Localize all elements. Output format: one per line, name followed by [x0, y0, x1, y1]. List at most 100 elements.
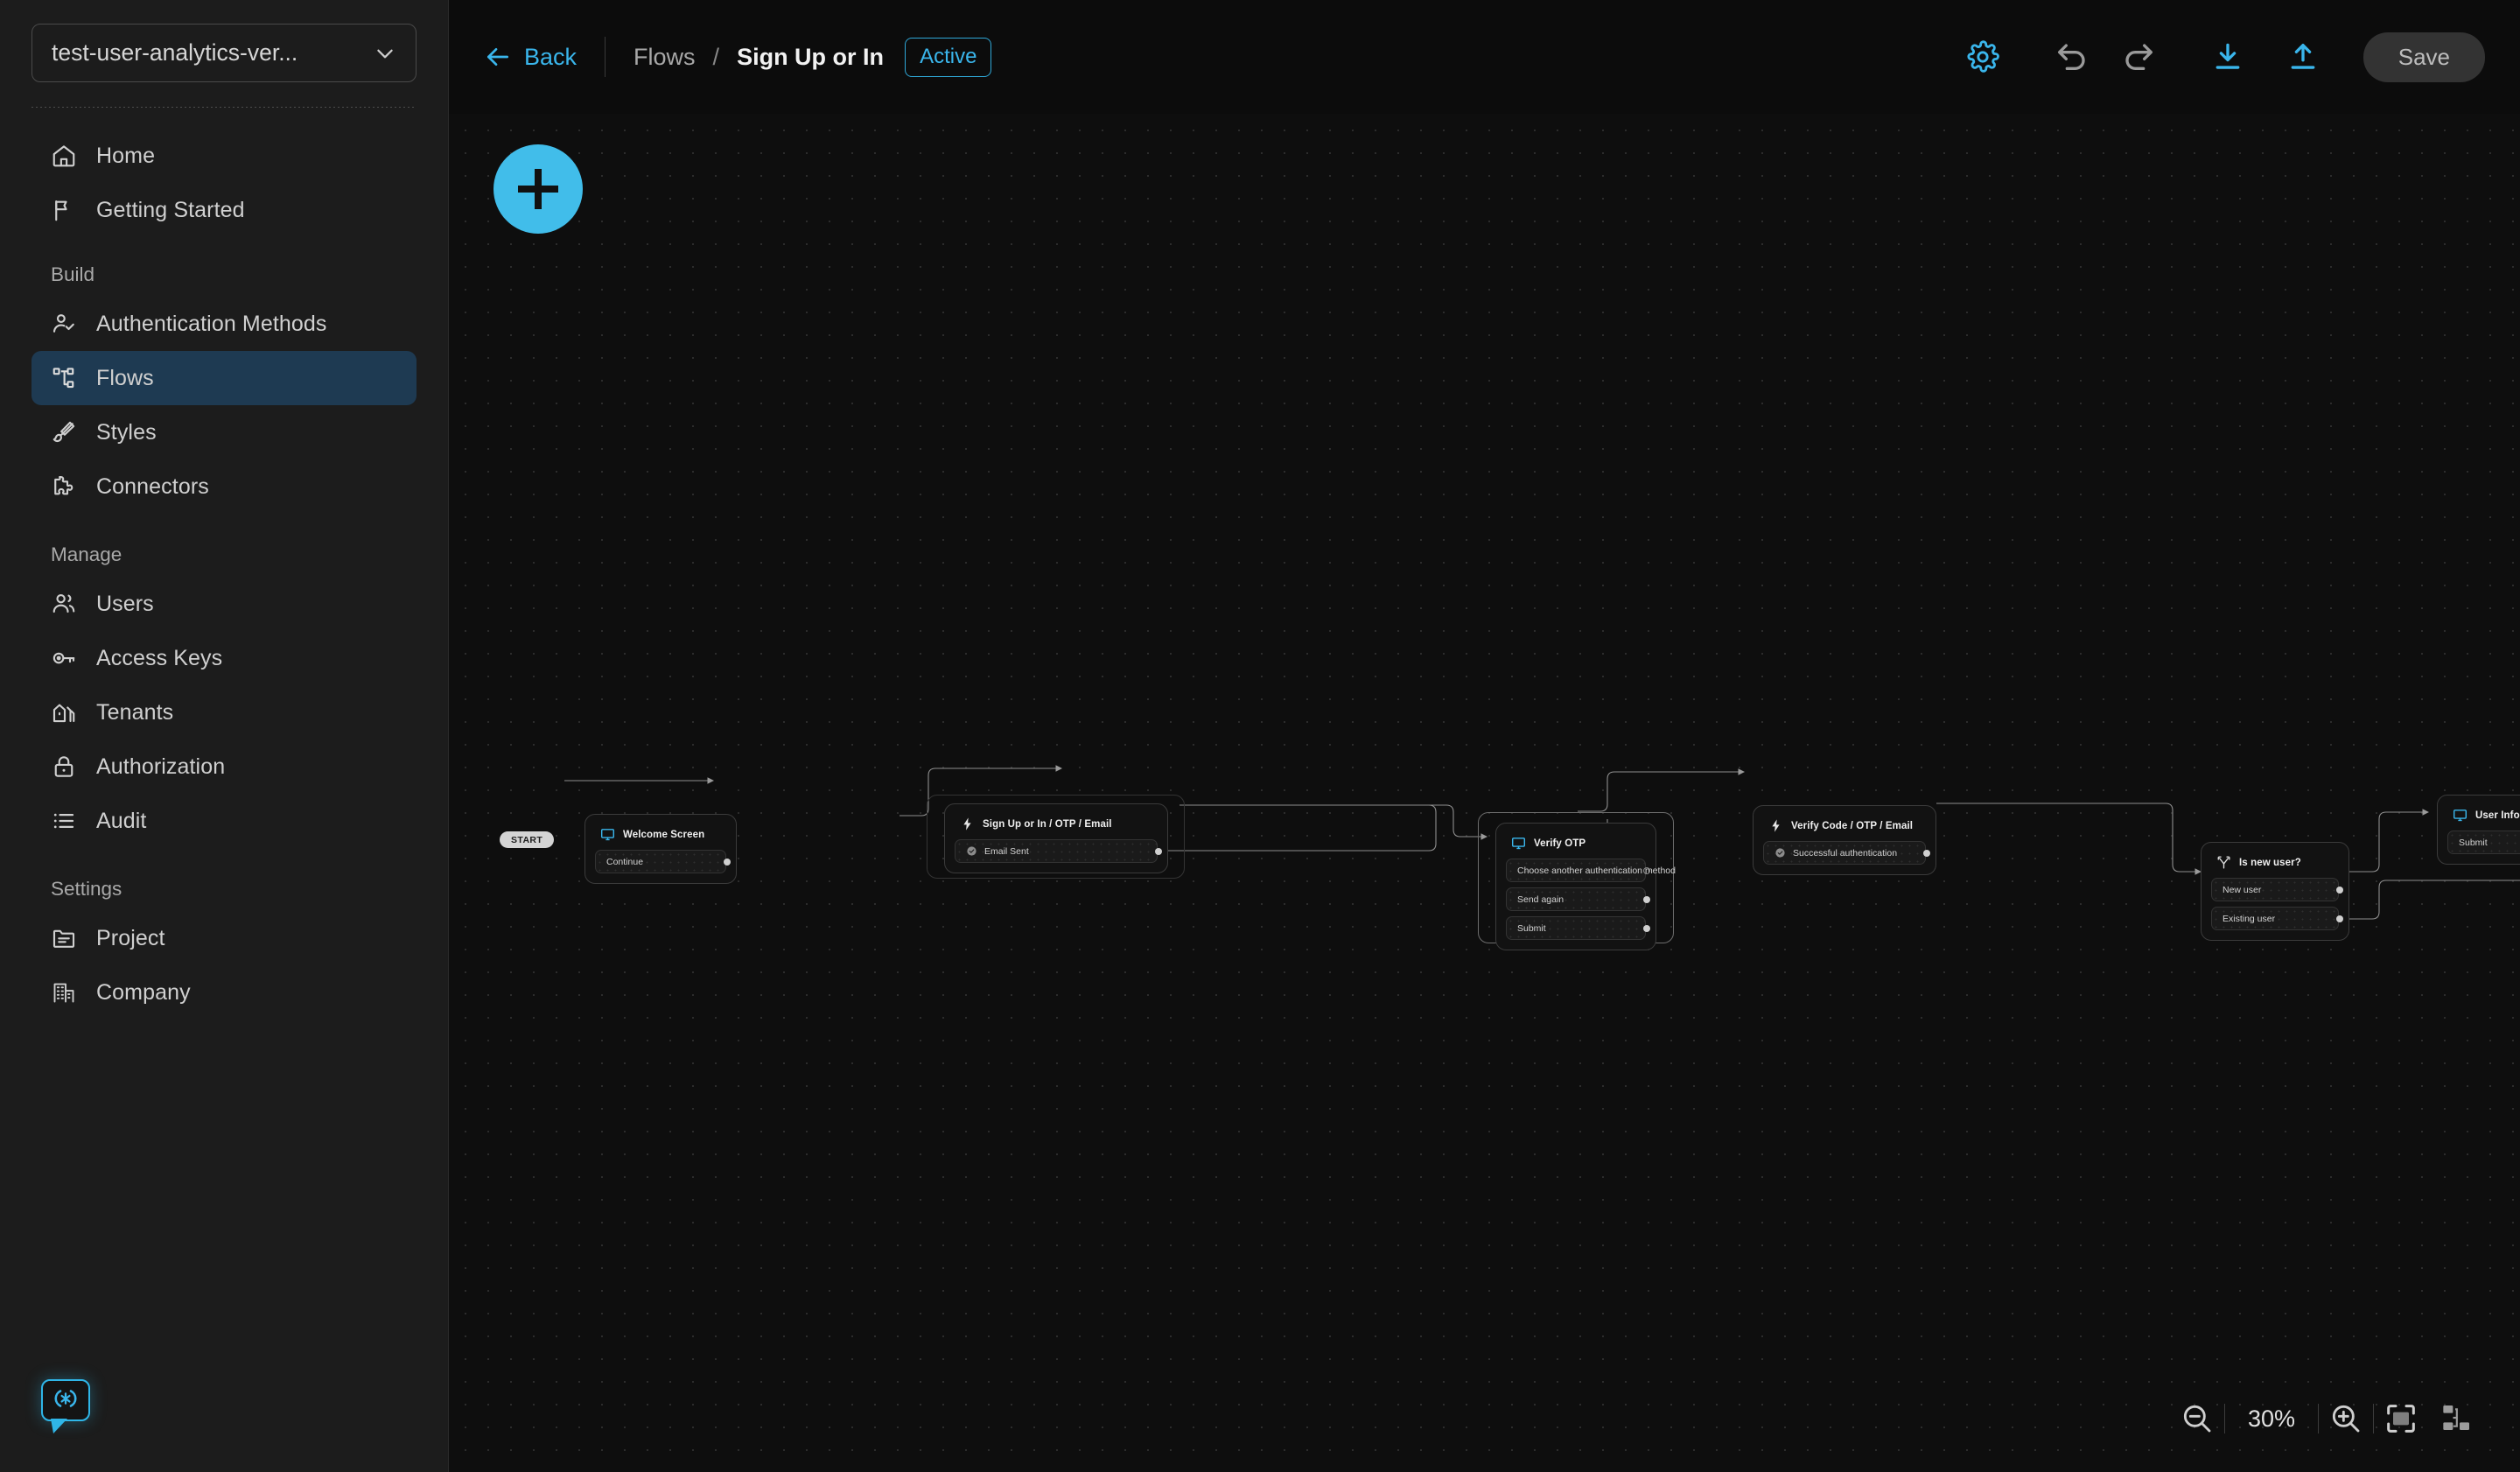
users-icon: [51, 591, 77, 617]
node-welcome-screen[interactable]: Welcome Screen Continue: [584, 814, 737, 884]
output-port[interactable]: [1642, 895, 1650, 903]
output-port[interactable]: [2335, 915, 2343, 922]
flow-edges: [564, 765, 2520, 920]
save-button[interactable]: Save: [2362, 32, 2485, 82]
output-port[interactable]: [1154, 847, 1162, 855]
node-user-information[interactable]: User Information Submit: [2437, 795, 2520, 865]
branch-icon: [2216, 855, 2231, 870]
sidebar-item-label: Connectors: [96, 473, 209, 499]
sidebar-item-styles[interactable]: Styles: [32, 405, 416, 459]
company-building-icon: [51, 979, 77, 1006]
sidebar-item-label: Home: [96, 143, 156, 168]
node-row[interactable]: New user: [2211, 878, 2343, 901]
sidebar-item-home[interactable]: Home: [32, 129, 416, 183]
node-header: User Information: [2447, 804, 2520, 831]
descope-chat-icon[interactable]: [41, 1379, 90, 1433]
back-button[interactable]: Back: [484, 43, 577, 71]
sidebar-item-users[interactable]: Users: [32, 577, 416, 631]
topbar-divider: [605, 37, 606, 77]
sidebar-item-label: Flows: [96, 365, 154, 390]
zoom-toolbar: 30%: [2170, 1391, 2483, 1446]
lock-icon: [51, 754, 77, 780]
sidebar-item-audit[interactable]: Audit: [32, 794, 416, 848]
sidebar-item-label: Authentication Methods: [96, 311, 327, 336]
sidebar-item-label: Users: [96, 591, 154, 616]
breadcrumb: Flows / Sign Up or In: [634, 44, 884, 71]
breadcrumb-flows[interactable]: Flows: [634, 44, 696, 71]
zoom-level-label[interactable]: 30%: [2225, 1405, 2318, 1433]
zoom-in-icon[interactable]: [2319, 1391, 2373, 1446]
status-badge[interactable]: Active: [905, 37, 992, 77]
node-verify-code-otp-email[interactable]: Verify Code / OTP / Email Successful aut…: [1753, 805, 1936, 875]
node-row[interactable]: Continue: [595, 850, 731, 873]
undo-icon[interactable]: [2052, 37, 2092, 77]
node-row[interactable]: Choose another authentication method: [1506, 859, 1676, 882]
node-title: Sign Up or In / OTP / Email: [983, 818, 1112, 830]
output-port[interactable]: [1642, 866, 1650, 874]
sidebar-item-tenants[interactable]: Tenants: [32, 685, 416, 740]
sidebar-item-label: Project: [96, 925, 165, 950]
sidebar-item-label: Styles: [96, 419, 157, 445]
fit-view-icon[interactable]: [2374, 1391, 2428, 1446]
node-row-label: Continue: [606, 856, 644, 867]
home-icon: [51, 143, 77, 169]
check-circle-icon: [966, 845, 977, 857]
sidebar: test-user-analytics-ver... Home Getting …: [0, 0, 449, 1472]
user-check-icon: [51, 311, 77, 337]
node-header: Welcome Screen: [595, 824, 726, 850]
node-title: User Information: [2475, 810, 2520, 821]
zoom-out-icon[interactable]: [2170, 1391, 2224, 1446]
node-row[interactable]: Send again: [1506, 887, 1650, 911]
sidebar-item-flows[interactable]: Flows: [32, 351, 416, 405]
node-signup-or-in-otp-email[interactable]: Sign Up or In / OTP / Email Email Sent: [944, 803, 1168, 873]
app-root: test-user-analytics-ver... Home Getting …: [0, 0, 2520, 1472]
output-port[interactable]: [1642, 924, 1650, 932]
sidebar-item-getting-started[interactable]: Getting Started: [32, 183, 416, 237]
node-row-label: Existing user: [2222, 913, 2276, 924]
sidebar-item-project[interactable]: Project: [32, 911, 416, 965]
node-row[interactable]: Existing user: [2211, 907, 2343, 930]
sidebar-section-manage: Manage: [51, 543, 122, 565]
redo-icon[interactable]: [2118, 37, 2159, 77]
node-row-label: Send again: [1517, 894, 1564, 905]
settings-gear-icon[interactable]: [1963, 37, 2003, 77]
sidebar-item-authentication-methods[interactable]: Authentication Methods: [32, 297, 416, 351]
output-port[interactable]: [1922, 849, 1930, 857]
sidebar-item-access-keys[interactable]: Access Keys: [32, 631, 416, 685]
node-verify-otp[interactable]: Verify OTP Choose another authentication…: [1495, 823, 1676, 950]
topbar: Back Flows / Sign Up or In Active Save: [449, 0, 2520, 114]
output-port[interactable]: [2335, 886, 2343, 894]
paintbrush-icon: [51, 419, 77, 445]
arrow-left-icon: [484, 43, 512, 71]
upload-icon[interactable]: [2283, 37, 2323, 77]
node-title: Is new user?: [2239, 857, 2301, 868]
download-icon[interactable]: [2208, 37, 2248, 77]
node-title: Verify OTP: [1534, 838, 1586, 849]
node-row[interactable]: Submit: [2447, 831, 2520, 854]
back-label: Back: [524, 43, 578, 70]
node-title: Welcome Screen: [623, 829, 705, 840]
sidebar-item-authorization[interactable]: Authorization: [32, 740, 416, 794]
start-terminal: START: [500, 831, 555, 848]
node-header: Verify OTP: [1506, 832, 1646, 859]
sidebar-divider: [32, 107, 416, 108]
sidebar-item-company[interactable]: Company: [32, 965, 416, 1020]
sidebar-section-settings: Settings: [51, 878, 122, 900]
node-row[interactable]: Submit: [1506, 916, 1650, 940]
sidebar-item-label: Tenants: [96, 699, 174, 725]
node-is-new-user[interactable]: Is new user? New user Existing user: [2201, 842, 2349, 941]
output-port[interactable]: [723, 858, 731, 866]
node-row[interactable]: Email Sent: [955, 839, 1162, 863]
sidebar-item-connectors[interactable]: Connectors: [32, 459, 416, 514]
flow-canvas[interactable]: START Welcome Screen Continue Sign Up or…: [449, 114, 2520, 1472]
node-row-label: Submit: [1517, 922, 1546, 934]
node-header: Is new user?: [2211, 852, 2339, 878]
node-row[interactable]: Successful authentication: [1763, 841, 1930, 865]
screen-icon: [2453, 808, 2468, 823]
node-row-label: Choose another authentication method: [1517, 865, 1676, 876]
node-row-label: Email Sent: [984, 845, 1029, 857]
auto-layout-icon[interactable]: [2429, 1391, 2483, 1446]
breadcrumb-separator: /: [712, 43, 720, 70]
project-selector[interactable]: test-user-analytics-ver...: [32, 24, 416, 82]
main-area: Back Flows / Sign Up or In Active Save S…: [449, 0, 2520, 1472]
